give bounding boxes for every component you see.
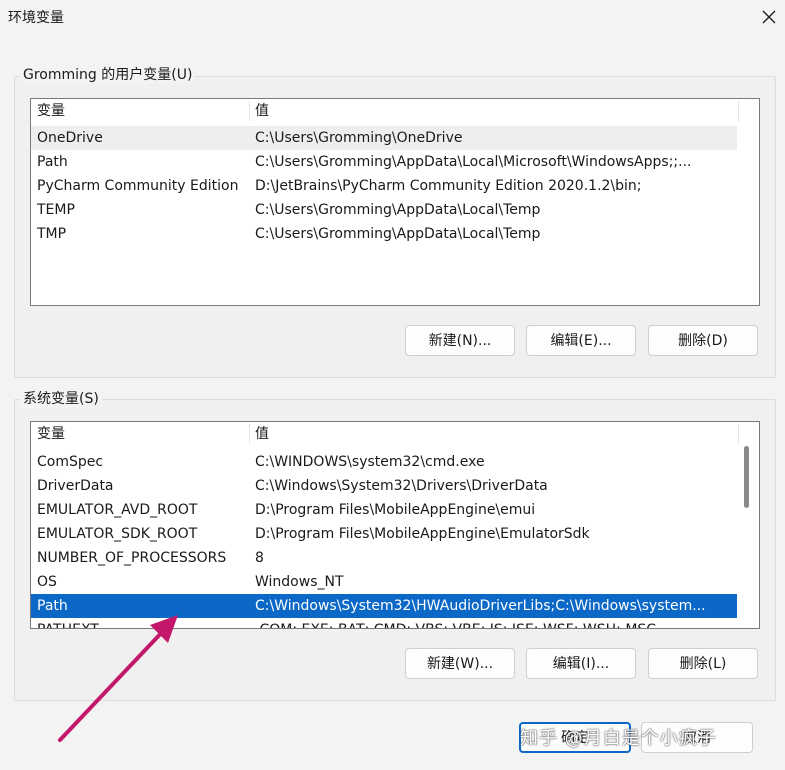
- watermark: 知乎 @月白是个小疯子: [520, 728, 717, 749]
- annotation-arrow: [58, 615, 178, 742]
